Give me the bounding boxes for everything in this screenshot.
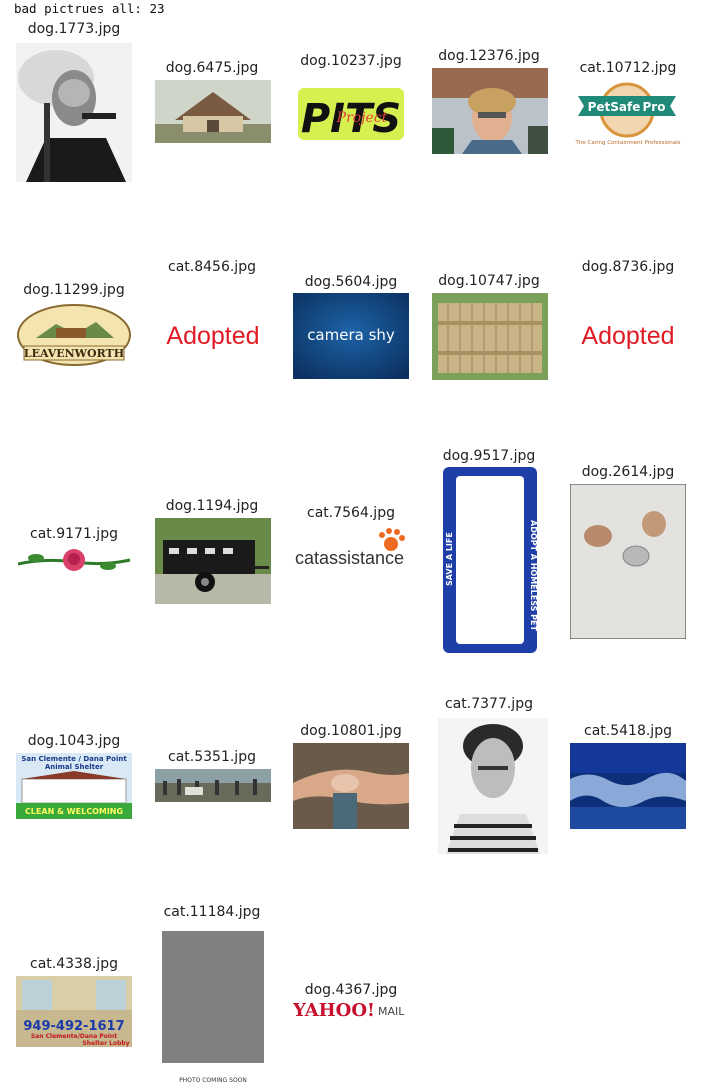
shelter-lobby-photo: 949-492-1617 San Clemente/Dana Point She… <box>16 976 132 1047</box>
leavenworth-word: LEAVENWORTH <box>24 347 124 360</box>
catassistance-logo: catassistance <box>293 526 409 570</box>
shelter-subtitle: Animal Shelter <box>45 763 104 771</box>
wooden-fence-photo <box>432 293 548 380</box>
shelter-title: San Clemente / Dana Point <box>21 755 127 763</box>
petsafe-pro: Pro <box>643 100 666 114</box>
adopted-banner: Adopted <box>155 312 271 358</box>
image-caption: cat.7377.jpg <box>445 696 533 712</box>
petsafe-pro-logo: PetSafe Pro The Caring Containment Profe… <box>570 80 686 148</box>
camera-shy-placeholder: camera shy <box>293 293 409 379</box>
yahoo-word: YAHOO! <box>293 1000 375 1020</box>
image-caption: dog.10801.jpg <box>300 723 402 739</box>
stones-coin-photo <box>570 484 686 639</box>
photo-coming-soon-placeholder: PHOTO COMING SOON <box>161 930 265 1086</box>
image-caption: cat.5418.jpg <box>584 723 672 739</box>
image-caption: dog.8736.jpg <box>581 259 675 275</box>
image-caption: dog.6475.jpg <box>165 60 259 76</box>
image-caption: dog.1773.jpg <box>27 21 121 37</box>
image-caption: dog.11299.jpg <box>23 282 125 298</box>
smiling-person-photo <box>432 68 548 154</box>
adopted-banner: Adopted <box>570 312 686 358</box>
image-caption: cat.4338.jpg <box>30 956 118 972</box>
yahoo-mail-logo: YAHOO! MAIL <box>293 998 409 1020</box>
image-caption: dog.5604.jpg <box>304 274 398 290</box>
animal-shelter-sign: San Clemente / Dana Point Animal Shelter… <box>16 753 132 819</box>
image-caption: dog.1194.jpg <box>165 498 259 514</box>
catassistance-word: catassistance <box>295 548 404 568</box>
blue-fabric-photo <box>570 743 686 829</box>
crowd-event-photo <box>155 769 271 802</box>
image-caption: cat.5351.jpg <box>168 749 256 765</box>
mail-word: MAIL <box>378 1005 405 1018</box>
lobby-line1: San Clemente/Dana Point <box>31 1033 117 1040</box>
lobby-phone: 949-492-1617 <box>23 1019 124 1034</box>
image-caption: dog.10237.jpg <box>300 53 402 69</box>
image-caption: dog.4367.jpg <box>304 982 398 998</box>
pits-logo: PITS Project <box>296 80 406 146</box>
adopted-word: Adopted <box>581 322 674 350</box>
photo-coming-text: PHOTO COMING SOON <box>179 1077 247 1084</box>
leavenworth-logo: LEAVENWORTH <box>16 304 132 366</box>
image-caption: dog.9517.jpg <box>442 448 536 464</box>
image-caption: dog.2614.jpg <box>581 464 675 480</box>
camera-shy-text: camera shy <box>307 326 395 344</box>
license-plate-frame: SAVE A LIFE ADOPT A HOMELESS PET <box>442 466 538 654</box>
image-caption: cat.7564.jpg <box>307 505 395 521</box>
image-caption: dog.12376.jpg <box>438 48 540 64</box>
building-photo <box>155 80 271 143</box>
portrait-photo <box>16 43 132 182</box>
plate-left-text: SAVE A LIFE <box>445 532 454 586</box>
petsafe-tagline: The Caring Containment Professionals <box>575 140 681 146</box>
image-caption: dog.10747.jpg <box>438 273 540 289</box>
utility-trailer-photo <box>155 518 271 604</box>
man-portrait-bw <box>438 718 548 854</box>
pits-subtitle: Project <box>336 110 388 126</box>
summary-header: bad pictrues all: 23 <box>14 1 165 16</box>
petsafe-title: PetSafe <box>588 100 641 114</box>
image-caption: cat.11184.jpg <box>163 904 261 920</box>
shelter-banner: CLEAN & WELCOMING <box>25 807 123 816</box>
image-caption: cat.10712.jpg <box>579 60 677 76</box>
plate-right-text: ADOPT A HOMELESS PET <box>529 520 538 631</box>
rose-graphic <box>16 544 132 576</box>
image-caption: cat.9171.jpg <box>30 526 118 542</box>
image-caption: cat.8456.jpg <box>168 259 256 275</box>
image-caption: dog.1043.jpg <box>27 733 121 749</box>
finger-closeup-photo <box>293 743 409 829</box>
lobby-line2: Shelter Lobby <box>82 1040 129 1047</box>
adopted-word: Adopted <box>166 322 259 350</box>
